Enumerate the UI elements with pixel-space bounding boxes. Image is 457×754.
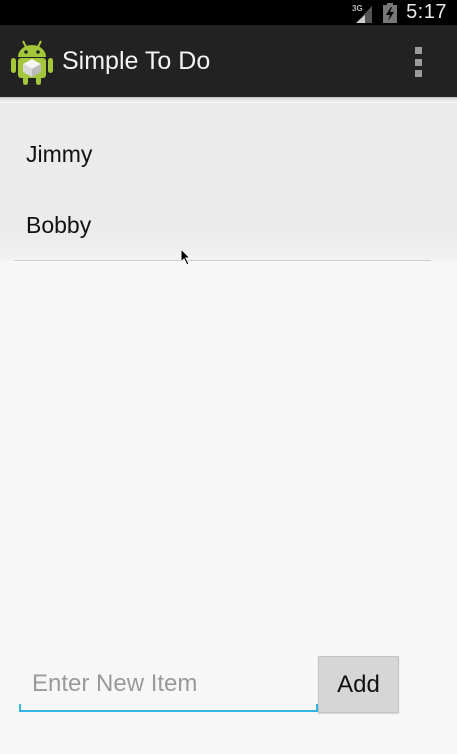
list-item[interactable]: Bobby bbox=[0, 190, 457, 261]
todo-list[interactable]: Jimmy Bobby bbox=[0, 103, 457, 261]
signal-3g-icon: 3G bbox=[352, 3, 374, 23]
menu-dot bbox=[414, 70, 422, 77]
input-underline bbox=[19, 704, 318, 712]
status-time: 5:17 bbox=[406, 1, 447, 23]
mouse-pointer-icon bbox=[180, 247, 192, 266]
app-title: Simple To Do bbox=[62, 47, 211, 75]
status-bar: 3G 5:17 bbox=[0, 0, 457, 25]
battery-charging-icon bbox=[383, 2, 398, 23]
add-button[interactable]: Add bbox=[318, 656, 399, 713]
list-item[interactable]: Jimmy bbox=[0, 103, 457, 190]
overflow-menu-icon[interactable] bbox=[413, 47, 423, 77]
android-icon[interactable] bbox=[10, 39, 54, 85]
action-bar: Simple To Do bbox=[0, 25, 457, 98]
menu-dot bbox=[414, 47, 422, 54]
list-divider bbox=[14, 260, 431, 261]
network-label: 3G bbox=[352, 4, 363, 13]
new-item-input[interactable] bbox=[20, 664, 316, 704]
menu-dot bbox=[414, 58, 422, 66]
status-icons: 3G 5:17 bbox=[352, 0, 447, 25]
